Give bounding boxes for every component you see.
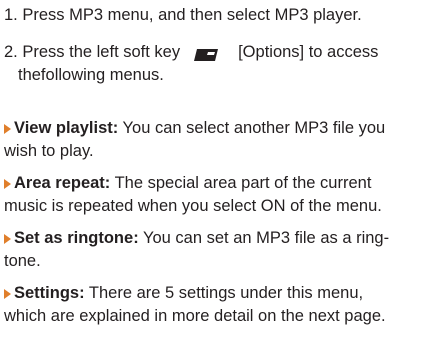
item-description: There are 5 settings under this menu, bbox=[88, 284, 364, 302]
item-line: Area repeat: The special area part of th… bbox=[0, 172, 436, 195]
step-1: 1. Press MP3 menu, and then select MP3 p… bbox=[4, 4, 434, 27]
step-number: 1. bbox=[4, 6, 18, 24]
item-description: You can select another MP3 file you bbox=[122, 119, 386, 137]
item-description: You can set an MP3 file as a ring- bbox=[142, 229, 390, 247]
item-term: View playlist: bbox=[14, 119, 119, 137]
item-line: Set as ringtone: You can set an MP3 file… bbox=[0, 227, 436, 250]
item-continuation: tone. bbox=[4, 252, 41, 270]
menu-item-set-as-ringtone: Set as ringtone: You can set an MP3 file… bbox=[0, 227, 436, 273]
left-soft-key-icon bbox=[194, 45, 219, 61]
item-line: View playlist: You can select another MP… bbox=[0, 117, 436, 140]
step-number: 2. bbox=[4, 43, 18, 61]
bullet-arrow-icon bbox=[4, 289, 11, 299]
bullet-arrow-icon bbox=[4, 234, 11, 244]
item-description: The special area part of the current bbox=[114, 174, 372, 192]
item-term: Settings: bbox=[14, 284, 85, 302]
manual-page: 1. Press MP3 menu, and then select MP3 p… bbox=[0, 0, 439, 348]
item-term: Area repeat: bbox=[14, 174, 111, 192]
item-continuation: music is repeated when you select ON of … bbox=[4, 197, 382, 215]
menu-item-settings: Settings: There are 5 settings under thi… bbox=[0, 282, 436, 328]
step-text-before: Press the left soft key bbox=[22, 43, 181, 61]
step-text-after: [Options] to access bbox=[238, 43, 379, 61]
bullet-arrow-icon bbox=[4, 124, 11, 134]
item-line: Settings: There are 5 settings under thi… bbox=[0, 282, 436, 305]
menu-item-area-repeat: Area repeat: The special area part of th… bbox=[0, 172, 436, 218]
step-text: Press MP3 menu, and then select MP3 play… bbox=[22, 6, 362, 24]
item-continuation: which are explained in more detail on th… bbox=[4, 307, 386, 325]
item-term: Set as ringtone: bbox=[14, 229, 139, 247]
item-continuation: wish to play. bbox=[4, 142, 94, 160]
step-continuation: thefollowing menus. bbox=[18, 66, 164, 84]
step-2: 2. Press the left soft key [Options] to a… bbox=[4, 41, 434, 87]
menu-item-view-playlist: View playlist: You can select another MP… bbox=[0, 117, 436, 163]
bullet-arrow-icon bbox=[4, 179, 11, 189]
